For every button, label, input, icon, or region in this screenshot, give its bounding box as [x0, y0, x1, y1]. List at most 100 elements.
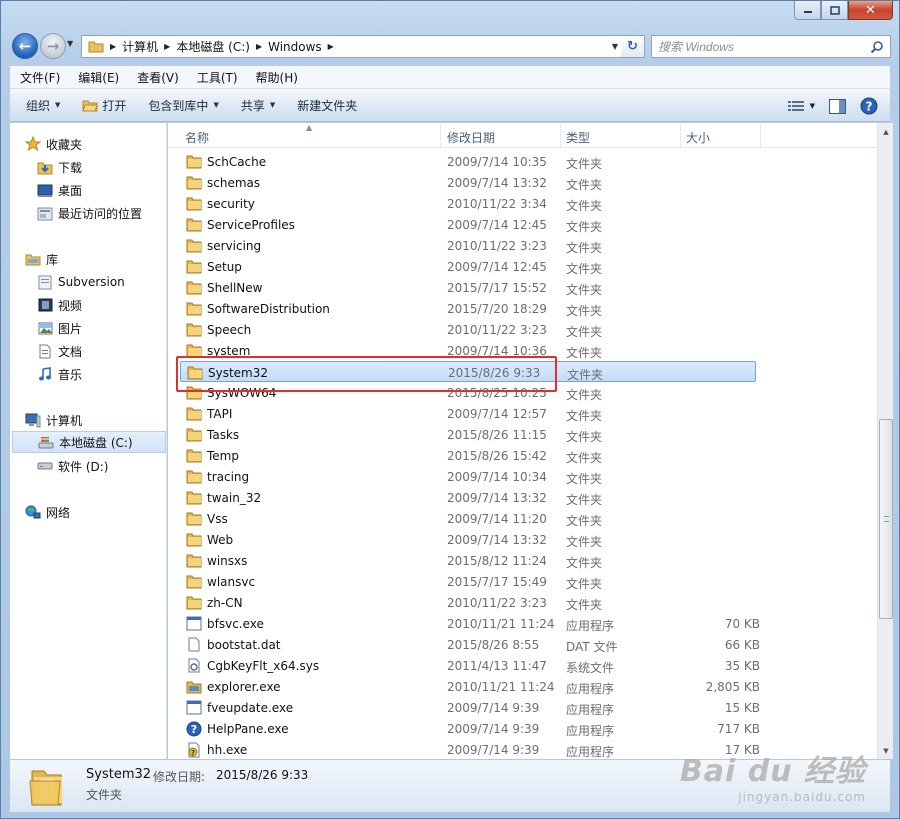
- file-type: 文件夹: [566, 409, 603, 423]
- help-icon[interactable]: ?: [860, 97, 878, 115]
- close-button[interactable]: ✕: [848, 1, 893, 20]
- application-icon: [186, 700, 202, 715]
- file-row[interactable]: ShellNew 2015/7/17 15:52 文件夹: [180, 277, 756, 298]
- nav-local-disk-c[interactable]: 本地磁盘 (C:): [12, 431, 166, 453]
- watermark-sub: jingyan.baidu.com: [738, 790, 866, 804]
- column-divider[interactable]: [680, 123, 681, 148]
- file-row[interactable]: zh-CN 2010/11/22 3:23 文件夹: [180, 592, 756, 613]
- file-row[interactable]: System32 2015/8/26 9:33 文件夹: [180, 361, 756, 382]
- library-icon: [24, 251, 42, 267]
- desktop-icon: [36, 182, 54, 198]
- column-date[interactable]: 修改日期: [447, 129, 495, 146]
- file-row[interactable]: explorer.exe 2010/11/21 11:24 应用程序 2,805 KB: [180, 676, 760, 697]
- file-row[interactable]: security 2010/11/22 3:34 文件夹: [180, 193, 756, 214]
- file-date: 2010/11/22 3:34: [447, 197, 547, 211]
- back-button[interactable]: ←: [12, 33, 38, 59]
- nav-network[interactable]: 网络: [24, 501, 181, 523]
- file-row[interactable]: CgbKeyFlt_x64.sys 2011/4/13 11:47 系统文件 35 K…: [180, 655, 760, 676]
- breadcrumb-separator-icon[interactable]: ▶: [328, 42, 334, 51]
- preview-pane-icon[interactable]: [829, 98, 846, 114]
- file-row[interactable]: twain_32 2009/7/14 13:32 文件夹: [180, 487, 756, 508]
- breadcrumb-separator-icon[interactable]: ▶: [256, 42, 262, 51]
- file-row[interactable]: Setup 2009/7/14 12:45 文件夹: [180, 256, 756, 277]
- file-name: ShellNew: [207, 281, 263, 295]
- file-row[interactable]: Temp 2015/8/26 15:42 文件夹: [180, 445, 756, 466]
- address-bar[interactable]: ▶ 计算机 ▶ 本地磁盘 (C:) ▶ Windows ▶ ▼: [81, 35, 625, 58]
- file-row[interactable]: schemas 2009/7/14 13:32 文件夹: [180, 172, 756, 193]
- file-row[interactable]: bfsvc.exe 2010/11/21 11:24 应用程序 70 KB: [180, 613, 760, 634]
- recent-pages-dropdown[interactable]: ▼: [67, 39, 73, 48]
- column-divider[interactable]: [560, 123, 561, 148]
- nav-computer[interactable]: 计算机: [24, 409, 181, 431]
- file-name: wlansvc: [207, 575, 256, 589]
- file-row[interactable]: TAPI 2009/7/14 12:57 文件夹: [180, 403, 756, 424]
- breadcrumb-computer[interactable]: 计算机: [122, 38, 158, 55]
- file-row[interactable]: ? hh.exe 2009/7/14 9:39 应用程序 17 KB: [180, 739, 760, 759]
- file-type: 文件夹: [567, 368, 604, 382]
- file-row[interactable]: wlansvc 2015/7/17 15:49 文件夹: [180, 571, 756, 592]
- search-box[interactable]: [651, 35, 891, 58]
- minimize-button[interactable]: [794, 1, 821, 20]
- file-row[interactable]: Vss 2009/7/14 11:20 文件夹: [180, 508, 756, 529]
- file-date: 2009/7/14 10:34: [447, 470, 547, 484]
- file-date: 2010/11/22 3:23: [447, 323, 547, 337]
- search-input[interactable]: [658, 39, 868, 54]
- menu-tools[interactable]: 工具(T): [197, 69, 238, 86]
- file-row[interactable]: ? HelpPane.exe 2009/7/14 9:39 应用程序 717 KB: [180, 718, 760, 739]
- file-row[interactable]: Speech 2010/11/22 3:23 文件夹: [180, 319, 756, 340]
- file-row[interactable]: SoftwareDistribution 2015/7/20 18:29 文件夹: [180, 298, 756, 319]
- file-row[interactable]: system 2009/7/14 10:36 文件夹: [180, 340, 756, 361]
- file-row[interactable]: Web 2009/7/14 13:32 文件夹: [180, 529, 756, 550]
- breadcrumb-windows[interactable]: Windows: [268, 40, 322, 54]
- column-divider[interactable]: [440, 123, 441, 148]
- file-row[interactable]: SchCache 2009/7/14 10:35 文件夹: [180, 151, 756, 172]
- include-in-library-button[interactable]: 包含到库中 ▼: [148, 97, 218, 114]
- folder-icon: [88, 41, 104, 53]
- menu-view[interactable]: 查看(V): [137, 69, 179, 86]
- file-row[interactable]: fveupdate.exe 2009/7/14 9:39 应用程序 15 KB: [180, 697, 760, 718]
- view-dropdown-icon[interactable]: ▼: [810, 102, 815, 110]
- file-row[interactable]: bootstat.dat 2015/8/26 8:55 DAT 文件 66 KB: [180, 634, 760, 655]
- file-name: Temp: [207, 449, 239, 463]
- scroll-up-button[interactable]: ▲: [878, 123, 894, 140]
- column-divider[interactable]: [760, 123, 761, 148]
- file-date: 2009/7/14 9:39: [447, 743, 540, 757]
- folder-icon: [186, 175, 202, 190]
- menu-edit[interactable]: 编辑(E): [78, 69, 119, 86]
- menu-help[interactable]: 帮助(H): [256, 69, 298, 86]
- open-button[interactable]: 打开: [82, 97, 126, 114]
- vertical-scrollbar[interactable]: ▲ ▼: [877, 123, 893, 759]
- nav-libraries[interactable]: 库: [24, 248, 181, 270]
- videos-label: 视频: [58, 298, 83, 313]
- new-folder-button[interactable]: 新建文件夹: [297, 97, 357, 114]
- column-size[interactable]: 大小: [686, 129, 710, 146]
- change-view-button[interactable]: ▼: [787, 100, 815, 113]
- music-icon: [36, 366, 54, 382]
- file-row[interactable]: Tasks 2015/8/26 11:15 文件夹: [180, 424, 756, 445]
- nav-favorites[interactable]: 收藏夹: [24, 133, 181, 155]
- share-button[interactable]: 共享 ▼: [241, 97, 275, 114]
- breadcrumb-separator-icon[interactable]: ▶: [164, 42, 170, 51]
- column-type[interactable]: 类型: [566, 129, 590, 146]
- file-row[interactable]: winsxs 2015/8/12 11:24 文件夹: [180, 550, 756, 571]
- scrollbar-thumb[interactable]: [879, 419, 893, 619]
- file-row[interactable]: tracing 2009/7/14 10:34 文件夹: [180, 466, 756, 487]
- address-dropdown-icon[interactable]: ▼: [612, 42, 618, 51]
- explorer-app-icon: [186, 679, 202, 694]
- file-row[interactable]: SysWOW64 2015/8/25 10:25 文件夹: [180, 382, 756, 403]
- refresh-button[interactable]: ↻: [621, 35, 645, 58]
- breadcrumb-local-disk[interactable]: 本地磁盘 (C:): [176, 38, 250, 55]
- organize-button[interactable]: 组织 ▼: [26, 97, 60, 114]
- search-icon[interactable]: [870, 40, 884, 54]
- column-name[interactable]: 名称: [185, 129, 209, 146]
- scroll-down-button[interactable]: ▼: [878, 742, 894, 759]
- file-row[interactable]: ServiceProfiles 2009/7/14 12:45 文件夹: [180, 214, 756, 235]
- sort-ascending-icon: ▲: [306, 123, 313, 132]
- file-row[interactable]: servicing 2010/11/22 3:23 文件夹: [180, 235, 756, 256]
- maximize-button[interactable]: [821, 1, 848, 20]
- forward-button[interactable]: →: [40, 33, 66, 59]
- file-type: 文件夹: [566, 493, 603, 507]
- breadcrumb-separator-icon[interactable]: ▶: [110, 42, 116, 51]
- svg-text:?: ?: [191, 723, 197, 736]
- menu-file[interactable]: 文件(F): [20, 69, 60, 86]
